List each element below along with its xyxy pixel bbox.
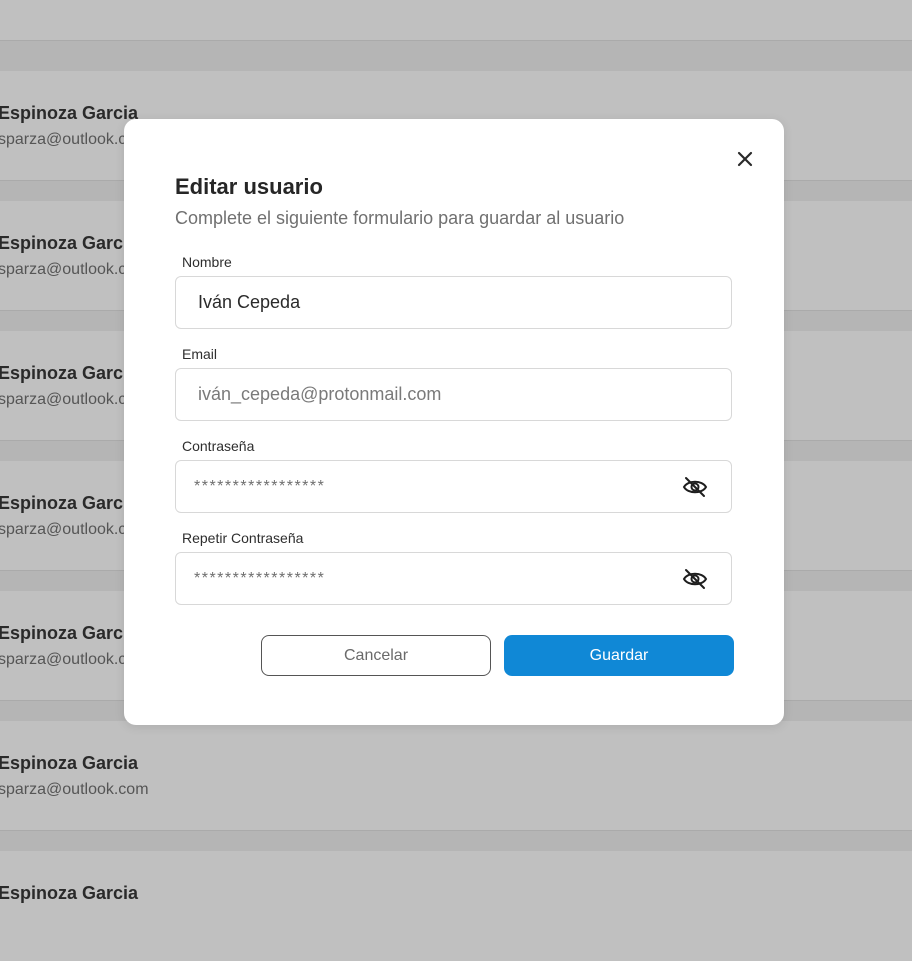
eye-off-icon[interactable] bbox=[682, 568, 708, 590]
close-icon bbox=[737, 151, 753, 167]
name-field[interactable]: Iván Cepeda bbox=[175, 276, 732, 329]
email-value: iván_cepeda@protonmail.com bbox=[198, 384, 442, 404]
eye-off-icon[interactable] bbox=[682, 476, 708, 498]
list-item-name: Espinoza Garcia bbox=[0, 883, 139, 903]
email-field[interactable]: iván_cepeda@protonmail.com bbox=[175, 368, 732, 421]
repeat-password-label: Repetir Contraseña bbox=[182, 530, 304, 546]
save-button[interactable]: Guardar bbox=[504, 635, 734, 676]
list-item-name: Espinoza Garcia bbox=[0, 233, 139, 253]
list-item: Espinoza Garcia sparza@outlook.com bbox=[0, 721, 912, 831]
name-label: Nombre bbox=[182, 254, 232, 270]
email-label: Email bbox=[182, 346, 218, 362]
cancel-button[interactable]: Cancelar bbox=[261, 635, 491, 676]
list-item-name: Espinoza Garcia bbox=[0, 753, 139, 773]
list-item-email: sparza@outlook.com bbox=[0, 781, 149, 798]
password-value: ***************** bbox=[194, 478, 326, 495]
password-label: Contraseña bbox=[182, 438, 255, 454]
list-item: Espinoza Garcia bbox=[0, 851, 912, 961]
repeat-password-field[interactable]: ***************** bbox=[175, 552, 732, 605]
close-button[interactable] bbox=[732, 146, 758, 172]
name-value: Iván Cepeda bbox=[198, 292, 301, 312]
list-item-name: Espinoza Garcia bbox=[0, 623, 139, 643]
list-item-name: Espinoza Garcia bbox=[0, 363, 139, 383]
list-item-name: Espinoza Garcia bbox=[0, 103, 139, 123]
repeat-password-value: ***************** bbox=[194, 570, 326, 587]
list-divider bbox=[0, 40, 912, 72]
list-item-name: Espinoza Garcia bbox=[0, 493, 139, 513]
password-field[interactable]: ***************** bbox=[175, 460, 732, 513]
dialog-subtitle: Complete el siguiente formulario para gu… bbox=[175, 208, 625, 228]
dialog-title: Editar usuario bbox=[175, 174, 323, 199]
edit-user-dialog: Editar usuario Complete el siguiente for… bbox=[124, 119, 784, 725]
